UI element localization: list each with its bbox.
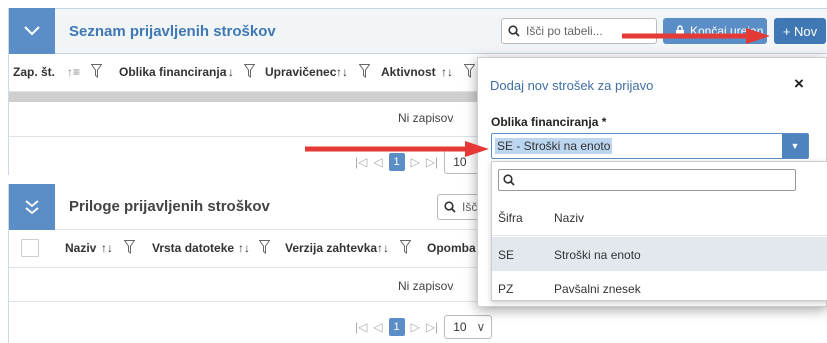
filter-icon[interactable]: [400, 240, 411, 254]
filter-icon[interactable]: [244, 64, 255, 78]
sort-icon[interactable]: ↑↓: [101, 241, 113, 255]
col-sifra: Šifra: [498, 211, 523, 225]
sort-icon[interactable]: ↑↓: [222, 65, 234, 79]
option-code: SE: [498, 248, 515, 262]
select-all-checkbox[interactable]: [21, 239, 39, 257]
option-name: Stroški na enoto: [554, 248, 641, 262]
sort-icon[interactable]: ↑↓: [377, 241, 389, 255]
financing-form-select[interactable]: SE - Stroški na enoto ▼: [491, 133, 809, 159]
dropdown-option[interactable]: SE Stroški na enoto: [492, 237, 827, 271]
filter-icon[interactable]: [259, 240, 270, 254]
selected-value: SE - Stroški na enoto: [495, 138, 613, 154]
double-chevron-down-icon: [25, 199, 39, 214]
page-size-value: 10: [453, 320, 467, 334]
table-search-input[interactable]: Išči: [437, 194, 481, 220]
prev-page-icon[interactable]: ◁: [373, 320, 382, 334]
sort-icon: ↑≡: [67, 65, 81, 79]
page-size-select[interactable]: 10 ∨: [444, 315, 493, 339]
sort-icon[interactable]: ↑↓: [336, 65, 348, 79]
first-page-icon[interactable]: |◁: [355, 320, 367, 334]
panel-title: Priloge prijavljenih stroškov: [69, 198, 270, 215]
chevron-down-icon: ∨: [476, 320, 486, 334]
sort-icon[interactable]: ↑↓: [441, 65, 453, 79]
expand-toggle[interactable]: [9, 183, 55, 230]
col-opomba[interactable]: Opomba: [427, 241, 476, 255]
close-icon[interactable]: ×: [794, 74, 804, 94]
search-icon: [508, 25, 520, 37]
last-page-icon[interactable]: ▷|: [426, 320, 438, 334]
dialog-title: Dodaj nov strošek za prijavo: [490, 78, 654, 93]
dropdown-header: Šifra Naziv: [492, 200, 827, 236]
col-upravicenec[interactable]: Upravičenec: [265, 65, 336, 79]
filter-icon[interactable]: [464, 64, 475, 78]
col-naziv[interactable]: Naziv: [65, 241, 96, 255]
no-records-text: Ni zapisov: [398, 111, 454, 125]
annotation-arrow-icon: [622, 28, 770, 44]
dropdown-option[interactable]: PZ Pavšalni znesek: [492, 271, 827, 305]
financing-form-dropdown: Šifra Naziv SE Stroški na enoto PZ Pavša…: [491, 161, 827, 301]
add-cost-dialog: Dodaj nov strošek za prijavo × Oblika fi…: [477, 57, 827, 307]
filter-icon[interactable]: [124, 240, 135, 254]
new-button[interactable]: + Nov: [774, 18, 826, 44]
no-records-text: Ni zapisov: [398, 279, 454, 293]
search-placeholder: Išči po tabeli...: [526, 24, 603, 38]
filter-icon[interactable]: [359, 64, 370, 78]
page-number[interactable]: 1: [388, 318, 405, 336]
filter-icon[interactable]: [91, 64, 102, 78]
collapse-toggle[interactable]: [9, 8, 55, 54]
option-code: PZ: [498, 282, 514, 296]
panel-title: Seznam prijavljenih stroškov: [69, 22, 276, 40]
financing-form-label: Oblika financiranja *: [491, 115, 607, 129]
annotation-arrow-icon: [305, 141, 489, 157]
search-icon: [503, 174, 515, 186]
option-name: Pavšalni znesek: [554, 282, 641, 296]
next-page-icon[interactable]: ▷: [411, 320, 420, 334]
sort-icon[interactable]: ↑↓: [238, 241, 250, 255]
col-naziv: Naziv: [554, 211, 585, 225]
col-vrsta-datoteke[interactable]: Vrsta datoteke: [152, 241, 234, 255]
search-icon: [444, 201, 456, 213]
caret-down-icon[interactable]: ▼: [782, 134, 808, 158]
dropdown-search-input[interactable]: [498, 169, 796, 191]
col-aktivnost[interactable]: Aktivnost: [381, 65, 436, 79]
col-oblika-financiranja[interactable]: Oblika financiranja: [119, 65, 226, 79]
pagination: |◁ ◁ 1 ▷ ▷| 10 ∨: [355, 315, 493, 339]
col-verzija-zahtevka[interactable]: Verzija zahtevka: [285, 241, 377, 255]
col-zap-st[interactable]: Zap. št.: [13, 65, 55, 79]
chevron-down-icon: [24, 26, 40, 36]
